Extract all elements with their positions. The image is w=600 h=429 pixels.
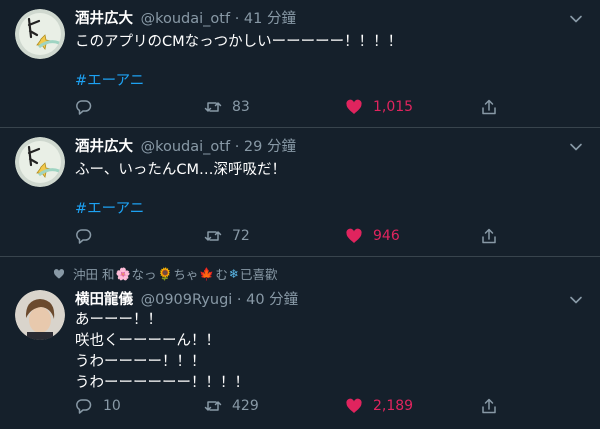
- tweet-actions: 10 429 2,189: [75, 396, 498, 416]
- display-name[interactable]: 横田龍儀: [75, 292, 133, 308]
- timeline: 酒井広大 @koudai_otf · 41 分鐘 このアプリのCMなっつかしいー…: [0, 0, 600, 429]
- cherry-blossom-emoji: 🌸: [115, 266, 131, 281]
- like-button[interactable]: 2,189: [345, 396, 413, 416]
- tweet-text: あーーー！！ 咲也くーーーーん！！ うわーーーー！！！ うわーーーーーー！！！！: [75, 310, 249, 394]
- heart-icon: [345, 397, 363, 415]
- like-button[interactable]: 1,015: [345, 97, 413, 117]
- reply-icon: [75, 227, 93, 245]
- reply-button[interactable]: [75, 226, 103, 246]
- tweet-text: ふー、いったんCM…深呼吸だ！: [75, 160, 286, 181]
- retweet-button[interactable]: 72: [204, 226, 250, 246]
- liker-name: 沖田 和: [73, 267, 115, 282]
- like-button[interactable]: 946: [345, 226, 400, 246]
- retweet-button[interactable]: 83: [204, 97, 250, 117]
- like-count: 1,015: [373, 99, 414, 115]
- like-count: 2,189: [373, 398, 414, 414]
- tweet-text-line: 咲也くーーーーん！！: [75, 333, 220, 349]
- reply-icon: [75, 397, 93, 415]
- hashtag-link[interactable]: #エーアニ: [75, 69, 144, 90]
- share-button[interactable]: [480, 97, 498, 117]
- maple-leaf-emoji: 🍁: [199, 266, 215, 281]
- display-name[interactable]: 酒井広大: [75, 139, 133, 155]
- liker-name-part: なっ: [131, 267, 157, 282]
- handle-timestamp[interactable]: @koudai_otf · 29 分鐘: [141, 139, 296, 155]
- heart-icon: [345, 98, 363, 116]
- tweet-text-line: ふー、いったんCM…深呼吸だ！: [75, 162, 286, 178]
- chevron-down-icon[interactable]: [569, 12, 583, 26]
- heart-icon: [345, 227, 363, 245]
- tweet[interactable]: 酒井広大 @koudai_otf · 41 分鐘 このアプリのCMなっつかしいー…: [0, 0, 600, 128]
- retweet-icon: [204, 98, 222, 116]
- retweet-count: 72: [232, 228, 250, 244]
- avatar[interactable]: [15, 290, 65, 340]
- share-icon: [480, 98, 498, 116]
- retweet-count: 429: [232, 398, 259, 414]
- avatar[interactable]: [15, 137, 65, 187]
- chevron-down-icon[interactable]: [569, 293, 583, 307]
- hashtag-link[interactable]: #エーアニ: [75, 197, 144, 218]
- retweet-count: 83: [232, 99, 250, 115]
- retweet-button[interactable]: 429: [204, 396, 259, 416]
- share-icon: [480, 397, 498, 415]
- reply-icon: [75, 98, 93, 116]
- tweet-text-line: あーーー！！: [75, 312, 162, 328]
- liker-name-part: む: [215, 267, 228, 282]
- handle-timestamp[interactable]: @0909Ryugi · 40 分鐘: [141, 292, 299, 308]
- snowflake-emoji: ❄: [228, 266, 239, 281]
- retweet-icon: [204, 227, 222, 245]
- tweet-text-line: このアプリのCMなっつかしいーーーーー！！！！: [75, 34, 403, 50]
- avatar[interactable]: [15, 9, 65, 59]
- liked-heart-icon: [53, 268, 65, 280]
- tweet-text-line: うわーーーー！！！: [75, 354, 206, 370]
- share-button[interactable]: [480, 226, 498, 246]
- chevron-down-icon[interactable]: [569, 140, 583, 154]
- tweet-header: 横田龍儀 @0909Ryugi · 40 分鐘: [75, 291, 298, 309]
- like-count: 946: [373, 228, 400, 244]
- retweet-icon: [204, 397, 222, 415]
- tweet-actions: 83 1,015: [75, 97, 498, 117]
- handle-timestamp[interactable]: @koudai_otf · 41 分鐘: [141, 11, 296, 27]
- tweet-text-line: うわーーーーーー！！！！: [75, 375, 249, 391]
- liker-name-part: ちゃ: [173, 267, 199, 282]
- tweet-header: 酒井広大 @koudai_otf · 29 分鐘: [75, 138, 296, 156]
- reply-count: 10: [103, 398, 121, 414]
- tweet-actions: 72 946: [75, 226, 498, 246]
- tweet[interactable]: 沖田 和 🌸 なっ 🌻 ちゃ 🍁 む ❄ 已喜歡 横田龍儀 @0909Ryugi…: [0, 257, 600, 429]
- display-name[interactable]: 酒井広大: [75, 11, 133, 27]
- share-button[interactable]: [480, 396, 498, 416]
- tweet-header: 酒井広大 @koudai_otf · 41 分鐘: [75, 10, 296, 28]
- social-context[interactable]: 沖田 和 🌸 なっ 🌻 ちゃ 🍁 む ❄ 已喜歡: [53, 264, 277, 283]
- tweet[interactable]: 酒井広大 @koudai_otf · 29 分鐘 ふー、いったんCM…深呼吸だ！…: [0, 128, 600, 257]
- reply-button[interactable]: 10: [75, 396, 121, 416]
- sunflower-emoji: 🌻: [157, 266, 173, 281]
- tweet-text: このアプリのCMなっつかしいーーーーー！！！！: [75, 32, 402, 53]
- reply-button[interactable]: [75, 97, 103, 117]
- liked-label: 已喜歡: [239, 267, 278, 282]
- share-icon: [480, 227, 498, 245]
